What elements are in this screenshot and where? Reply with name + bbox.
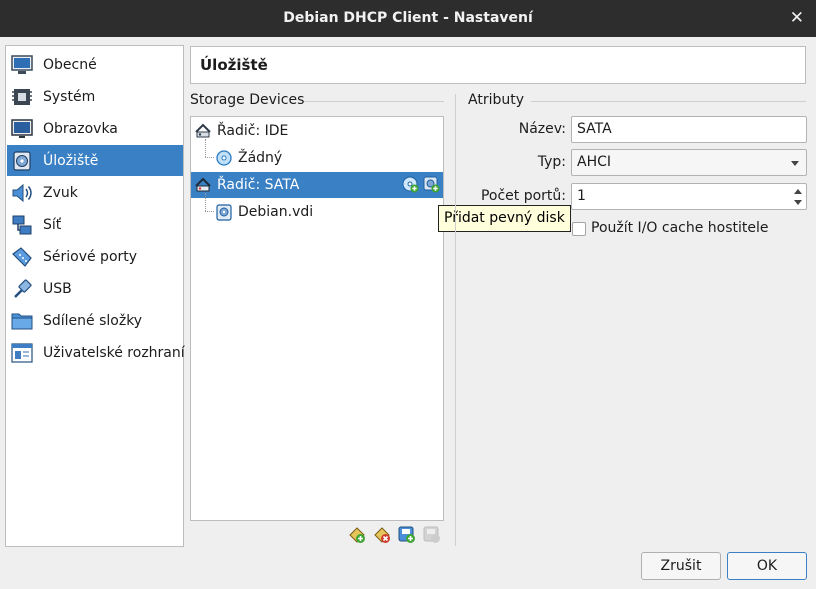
monitor-icon [11, 54, 33, 76]
network-icon [11, 214, 33, 236]
sidebar-item-usb[interactable]: USB [7, 273, 183, 304]
tree-connector [205, 157, 214, 158]
sidebar-item-label: Úložiště [43, 152, 99, 169]
sidebar-item-label: USB [43, 280, 72, 297]
tooltip: Přidat pevný disk [438, 205, 571, 232]
sidebar-item-user-interface[interactable]: Uživatelské rozhraní [7, 337, 185, 368]
remove-attachment-icon[interactable] [423, 526, 441, 544]
sidebar-item-shared-folders[interactable]: Sdílené složky [7, 305, 183, 336]
add-attachment-icon[interactable] [398, 526, 416, 544]
host-io-cache-checkbox[interactable] [572, 222, 586, 236]
add-controller-icon[interactable] [348, 526, 366, 544]
controller-icon [194, 122, 212, 140]
name-label: Název: [518, 121, 566, 137]
shared-folder-icon [11, 310, 33, 332]
sidebar-item-general[interactable]: Obecné [7, 49, 183, 80]
sidebar-item-system[interactable]: Systém [7, 81, 183, 112]
usb-icon [11, 278, 33, 300]
sidebar-item-label: Zvuk [43, 184, 78, 201]
optical-disc-icon [215, 149, 233, 167]
sidebar-item-display[interactable]: Obrazovka [7, 113, 183, 144]
type-select[interactable]: AHCI [571, 149, 807, 176]
hard-disk-icon [215, 203, 233, 221]
chip-icon [11, 86, 33, 108]
user-interface-icon [11, 342, 33, 364]
add-hard-disk-icon[interactable] [423, 176, 440, 193]
add-optical-drive-icon[interactable] [402, 176, 419, 193]
group-divider [304, 101, 444, 102]
sidebar-item-network[interactable]: Síť [7, 209, 183, 240]
tree-connector [205, 211, 214, 212]
port-count-spinbox[interactable]: 1 [571, 183, 807, 210]
spin-up-icon[interactable] [791, 185, 805, 197]
type-label: Typ: [537, 154, 566, 170]
name-field[interactable]: SATA [571, 116, 807, 143]
sidebar-item-label: Systém [43, 88, 96, 105]
tree-connector [205, 193, 206, 211]
tree-item-label: Řadič: IDE [217, 123, 289, 139]
cancel-button-label: Zrušit [660, 558, 702, 574]
sidebar-item-serial-ports[interactable]: Sériové porty [7, 241, 183, 272]
port-count-value: 1 [577, 188, 586, 204]
type-select-value: AHCI [577, 154, 612, 170]
display-icon [11, 118, 33, 140]
spin-down-icon[interactable] [791, 197, 805, 209]
tree-item-label: Řadič: SATA [217, 177, 300, 193]
speaker-icon [11, 182, 33, 204]
remove-controller-icon[interactable] [373, 526, 391, 544]
host-io-cache-label: Použít I/O cache hostitele [591, 220, 769, 236]
title-bar: Debian DHCP Client - Nastavení ✕ [0, 0, 816, 37]
tree-item-hard-disk[interactable]: Debian.vdi [215, 199, 435, 225]
ok-button-label: OK [756, 558, 778, 574]
serial-port-icon [11, 246, 33, 268]
sidebar-item-label: Sdílené složky [43, 312, 143, 329]
attributes-title: Atributy [468, 92, 524, 108]
sidebar-item-label: Sériové porty [43, 248, 138, 265]
storage-devices-title: Storage Devices [190, 92, 305, 108]
group-divider [531, 101, 806, 102]
tree-item-sata-controller[interactable]: Řadič: SATA [191, 172, 443, 198]
storage-tree: Řadič: IDE Žádný Řadič: SATA Debian.vdi [190, 116, 444, 521]
sidebar-item-label: Obrazovka [43, 120, 118, 137]
port-count-label: Počet portů: [480, 188, 566, 204]
cancel-button[interactable]: Zrušit [641, 552, 721, 580]
tree-item-label: Žádný [238, 150, 283, 166]
storage-icon [11, 150, 33, 172]
page-title: Úložiště [190, 46, 806, 84]
chevron-down-icon [791, 161, 799, 166]
sidebar-item-storage[interactable]: Úložiště [7, 145, 183, 176]
tree-item-ide-controller[interactable]: Řadič: IDE [194, 118, 442, 144]
tree-item-label: Debian.vdi [238, 204, 314, 220]
settings-sidebar: Obecné Systém Obrazovka Úložiště Zvuk Sí… [5, 45, 185, 547]
sidebar-item-label: Síť [43, 216, 62, 233]
sidebar-item-label: Obecné [43, 56, 97, 73]
tree-connector [205, 139, 206, 157]
sidebar-item-label: Uživatelské rozhraní [43, 344, 185, 361]
controller-icon [194, 176, 212, 194]
window-title: Debian DHCP Client - Nastavení [283, 10, 533, 26]
panel-divider [455, 94, 456, 546]
tree-item-optical-drive[interactable]: Žádný [215, 145, 435, 171]
ok-button[interactable]: OK [727, 552, 807, 580]
sidebar-item-audio[interactable]: Zvuk [7, 177, 183, 208]
close-icon[interactable]: ✕ [790, 0, 804, 37]
